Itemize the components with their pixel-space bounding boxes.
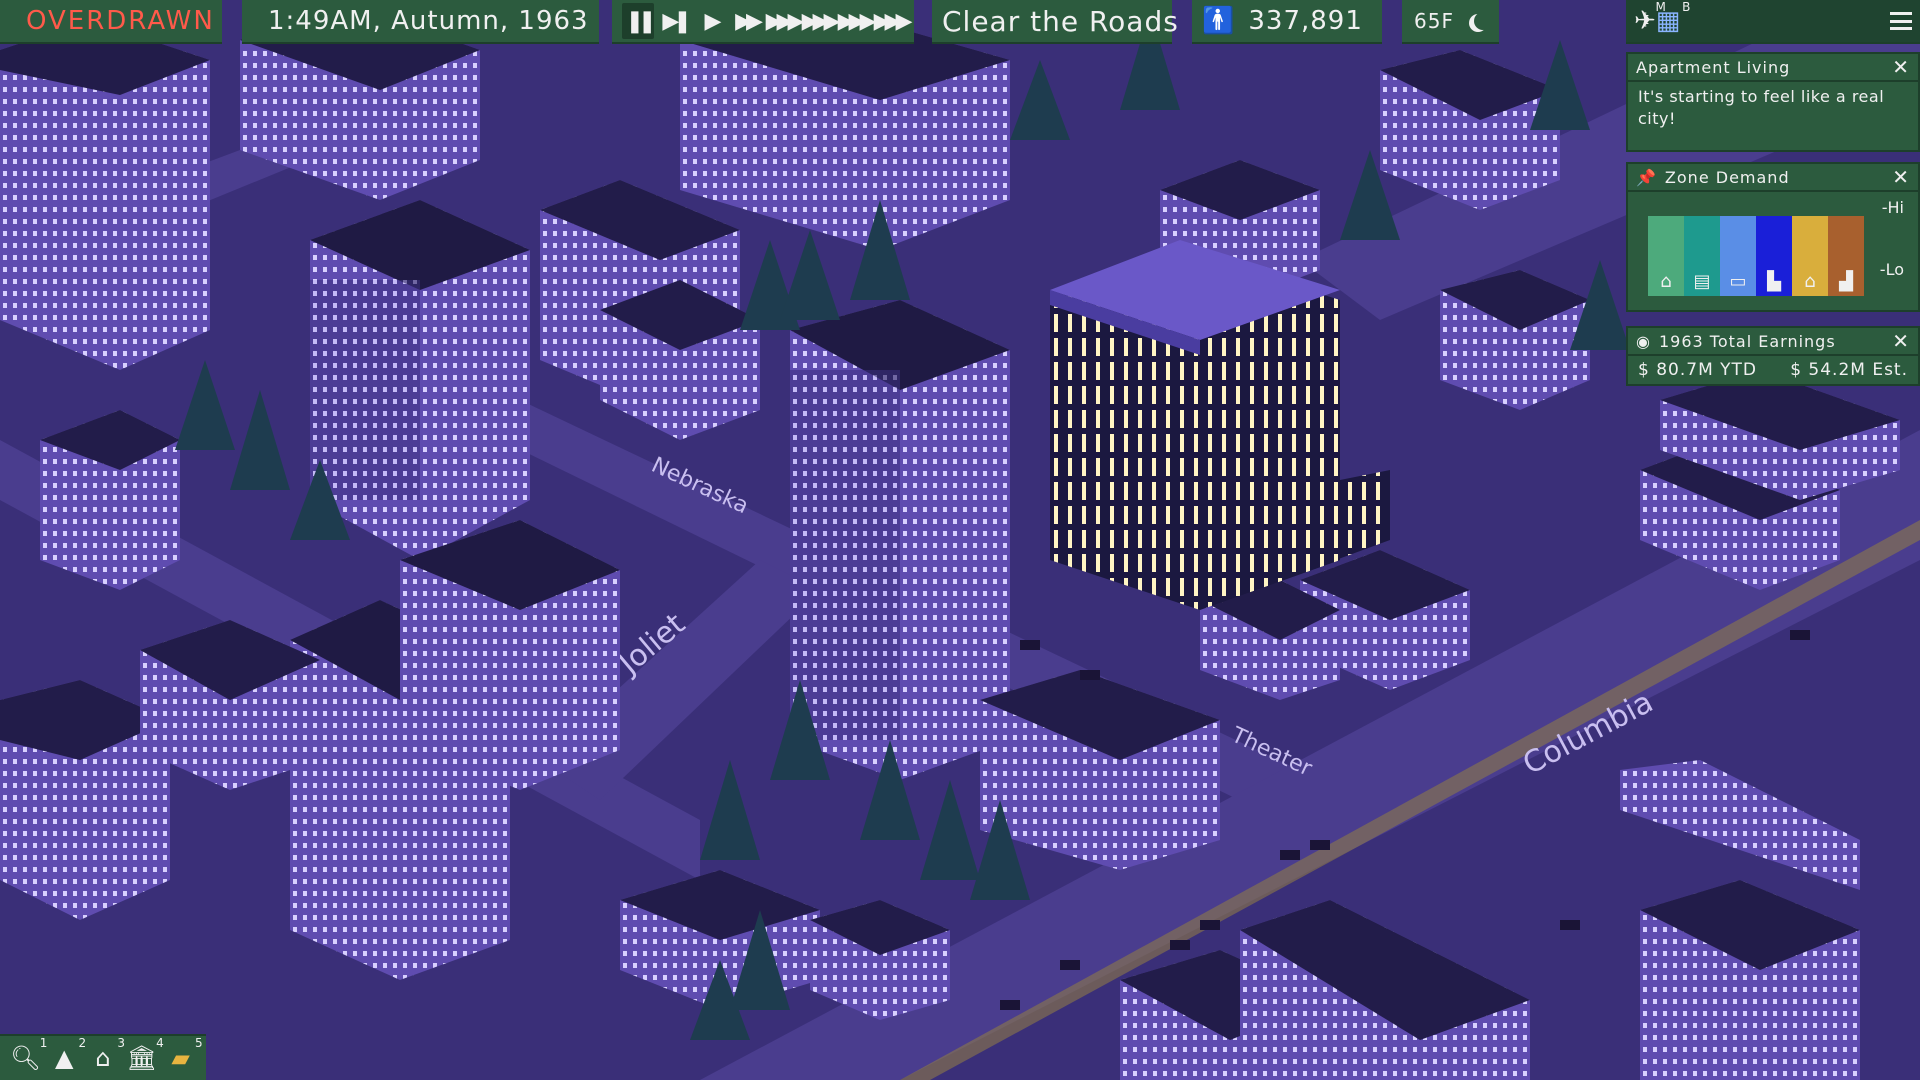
- temperature-label: 65F: [1414, 9, 1454, 33]
- earnings-ytd: $ 80.7M YTD: [1638, 360, 1758, 380]
- speed-4-button[interactable]: ▶▶▶: [802, 3, 841, 39]
- person-icon: 🚹: [1202, 6, 1235, 36]
- message-title: Apartment Living: [1636, 57, 1791, 77]
- pin-icon[interactable]: 📌: [1636, 168, 1657, 187]
- weather-panel[interactable]: 65F: [1402, 0, 1499, 44]
- speed-controls: ❚❚ ▶❚ ▶ ▶▶ ▶▶▶ ▶▶▶ ▶▶▶ ▶▶▶: [612, 0, 914, 44]
- demand-bar-industrial-high: ▟: [1828, 216, 1864, 296]
- office-icon: ▙: [1767, 271, 1781, 292]
- road-icon[interactable]: ▲ 2: [48, 1036, 86, 1072]
- demand-bar-residential-low: ⌂: [1648, 216, 1684, 296]
- date-time-panel: 1:49AM, Autumn, 1963: [242, 0, 599, 44]
- step-button[interactable]: ▶❚: [658, 3, 691, 39]
- speed-6-button[interactable]: ▶▶▶: [874, 3, 913, 39]
- play-button[interactable]: ▶: [694, 3, 726, 39]
- population-value: 337,891: [1248, 6, 1363, 36]
- earnings-panel: ◉ 1963 Total Earnings ✕ $ 80.7M YTD $ 54…: [1626, 326, 1920, 386]
- zone-demand-title: Zone Demand: [1664, 167, 1790, 187]
- lo-label: -Lo: [1879, 260, 1904, 279]
- money-icon[interactable]: ▰ 5: [165, 1036, 202, 1072]
- speed-5-button[interactable]: ▶▶▶: [838, 3, 877, 39]
- bottom-toolbar: 🔍︎ 1 ▲ 2 ⌂ 3 🏛︎ 4 ▰ 5: [0, 1034, 206, 1080]
- speed-3-button[interactable]: ▶▶▶: [766, 3, 805, 39]
- shop-icon: ▭: [1729, 271, 1747, 292]
- message-body: It's starting to feel like a real city!: [1638, 87, 1885, 128]
- moon-icon: [1474, 12, 1492, 30]
- house-icon[interactable]: ⌂ 3: [87, 1036, 125, 1072]
- apartment-icon: ▤: [1693, 271, 1711, 292]
- building-icon[interactable]: 🏛︎ 4: [126, 1036, 164, 1072]
- goal-label: Clear the Roads: [942, 4, 1179, 38]
- earnings-estimate: $ 54.2M Est.: [1790, 360, 1908, 380]
- overdrawn-label: OVERDRAWN: [26, 6, 215, 36]
- close-icon[interactable]: ✕: [1892, 167, 1910, 187]
- grid-icon[interactable]: ▦ B: [1656, 0, 1691, 36]
- pause-button[interactable]: ❚❚: [622, 3, 656, 39]
- house-icon: ⌂: [1660, 271, 1672, 292]
- date-time-label: 1:49AM, Autumn, 1963: [268, 6, 589, 36]
- zone-demand-panel: 📌 Zone Demand ✕ -Hi -Lo ⌂ ▤ ▭ ▙ ⌂ ▟: [1626, 162, 1920, 312]
- population-panel[interactable]: 🚹 337,891: [1192, 0, 1382, 44]
- top-hud: OVERDRAWN 1:49AM, Autumn, 1963 ❚❚ ▶❚ ▶ ▶…: [0, 0, 1920, 44]
- goal-panel[interactable]: Clear the Roads: [932, 0, 1178, 44]
- factory-icon: ▟: [1839, 271, 1853, 292]
- magnifier-icon[interactable]: 🔍︎ 1: [9, 1036, 47, 1072]
- view-tools: ✈ M ▦ B: [1626, 0, 1920, 44]
- eye-icon[interactable]: ◉: [1636, 332, 1651, 351]
- demand-bar-commercial-high: ▙: [1756, 216, 1792, 296]
- earnings-title: 1963 Total Earnings: [1658, 331, 1836, 351]
- message-panel: Apartment Living ✕ It's starting to feel…: [1626, 52, 1920, 152]
- demand-bar-commercial-low: ▭: [1720, 216, 1756, 296]
- close-icon[interactable]: ✕: [1892, 57, 1910, 77]
- close-icon[interactable]: ✕: [1892, 331, 1910, 351]
- menu-icon[interactable]: [1890, 12, 1912, 30]
- map-pin-icon[interactable]: ✈ M: [1634, 0, 1666, 36]
- speed-2-button[interactable]: ▶▶: [730, 3, 763, 39]
- farm-icon: ⌂: [1804, 271, 1816, 292]
- demand-bar-residential-high: ▤: [1684, 216, 1720, 296]
- demand-bar-industrial-low: ⌂: [1792, 216, 1828, 296]
- hi-label: -Hi: [1881, 198, 1904, 217]
- funds-status[interactable]: OVERDRAWN: [0, 0, 222, 44]
